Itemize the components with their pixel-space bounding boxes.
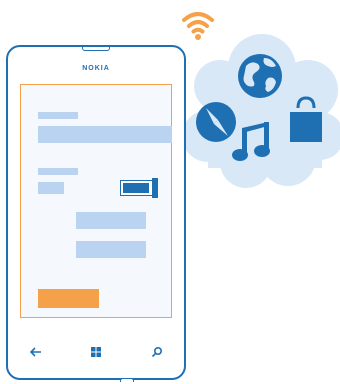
compass-icon: [196, 102, 236, 142]
globe-icon: [238, 54, 282, 98]
field-label-placeholder: [38, 112, 78, 119]
primary-button[interactable]: [38, 289, 99, 308]
option-placeholder-1[interactable]: [76, 212, 146, 229]
windows-start-icon[interactable]: [90, 346, 102, 361]
back-arrow-icon[interactable]: [29, 347, 42, 360]
text-field-placeholder[interactable]: [38, 126, 172, 143]
setting-label-placeholder: [38, 168, 78, 175]
setting-value-placeholder: [38, 182, 64, 194]
phone-screen: [20, 84, 172, 318]
toggle-switch[interactable]: [120, 178, 160, 198]
search-icon[interactable]: [151, 346, 163, 361]
phone-speaker: [82, 47, 110, 51]
brand-logo: NOKIA: [82, 65, 110, 72]
option-placeholder-2[interactable]: [76, 241, 146, 258]
cloud-services: [182, 34, 340, 188]
phone-bottom-nub: [120, 378, 134, 382]
